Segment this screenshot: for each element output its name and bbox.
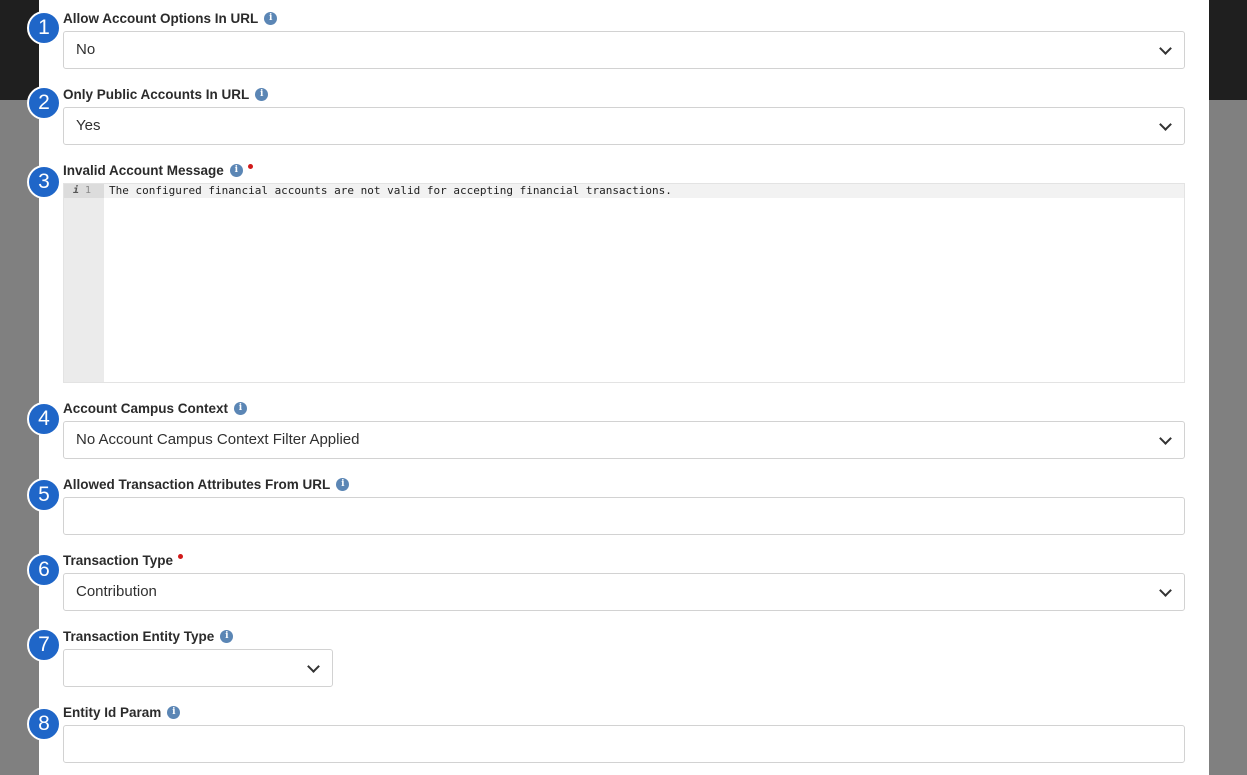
required-indicator <box>178 553 184 559</box>
editor-code-line[interactable]: The configured financial accounts are no… <box>109 184 672 198</box>
line-info-icon: i <box>73 185 80 196</box>
chevron-down-icon <box>1159 584 1172 597</box>
allow-account-options-select[interactable]: No <box>63 31 1185 69</box>
field-label: Allowed Transaction Attributes From URL <box>63 476 331 492</box>
label-row: Allowed Transaction Attributes From URL … <box>63 474 350 494</box>
chevron-down-icon <box>1159 42 1172 55</box>
only-public-accounts-select[interactable]: Yes <box>63 107 1185 145</box>
info-icon[interactable]: i <box>255 87 269 101</box>
info-icon[interactable]: i <box>336 477 350 491</box>
chevron-down-icon <box>307 660 320 673</box>
callout-badge-6: 6 <box>27 553 61 587</box>
callout-badge-7: 7 <box>27 628 61 662</box>
callout-badge-5: 5 <box>27 478 61 512</box>
line-number: 1 <box>85 185 92 196</box>
required-indicator <box>247 163 253 169</box>
invalid-account-message-editor[interactable]: i 1 The configured financial accounts ar… <box>63 183 1185 383</box>
info-icon[interactable]: i <box>167 705 181 719</box>
info-icon[interactable]: i <box>229 163 243 177</box>
field-label: Only Public Accounts In URL <box>63 86 250 102</box>
select-value: No Account Campus Context Filter Applied <box>76 431 360 448</box>
label-row: Account Campus Context i <box>63 398 248 418</box>
callout-badge-8: 8 <box>27 707 61 741</box>
callout-badge-3: 3 <box>27 165 61 199</box>
info-icon[interactable]: i <box>234 401 248 415</box>
label-row: Transaction Type <box>63 550 184 570</box>
label-row: Only Public Accounts In URL i <box>63 84 269 104</box>
callout-badge-1: 1 <box>27 11 61 45</box>
allowed-transaction-attributes-input[interactable] <box>63 497 1185 535</box>
field-label: Transaction Entity Type <box>63 628 215 644</box>
select-value: Contribution <box>76 583 157 600</box>
account-campus-context-select[interactable]: No Account Campus Context Filter Applied <box>63 421 1185 459</box>
entity-id-param-input[interactable] <box>63 725 1185 763</box>
label-row: Invalid Account Message i <box>63 160 253 180</box>
info-icon[interactable]: i <box>220 629 234 643</box>
transaction-type-select[interactable]: Contribution <box>63 573 1185 611</box>
field-label: Account Campus Context <box>63 400 229 416</box>
chevron-down-icon <box>1159 118 1172 131</box>
callout-badge-4: 4 <box>27 402 61 436</box>
editor-gutter-line: i 1 <box>64 184 104 198</box>
chevron-down-icon <box>1159 432 1172 445</box>
field-label: Allow Account Options In URL <box>63 10 259 26</box>
label-row: Allow Account Options In URL i <box>63 8 278 28</box>
field-label: Entity Id Param <box>63 704 162 720</box>
editor-gutter <box>64 184 104 382</box>
transaction-entity-type-select[interactable] <box>63 649 333 687</box>
info-icon[interactable]: i <box>264 11 278 25</box>
label-row: Entity Id Param i <box>63 702 181 722</box>
label-row: Transaction Entity Type i <box>63 626 234 646</box>
select-value: No <box>76 41 96 58</box>
callout-badge-2: 2 <box>27 86 61 120</box>
field-label: Invalid Account Message <box>63 162 224 178</box>
field-label: Transaction Type <box>63 552 174 568</box>
select-value: Yes <box>76 117 101 134</box>
